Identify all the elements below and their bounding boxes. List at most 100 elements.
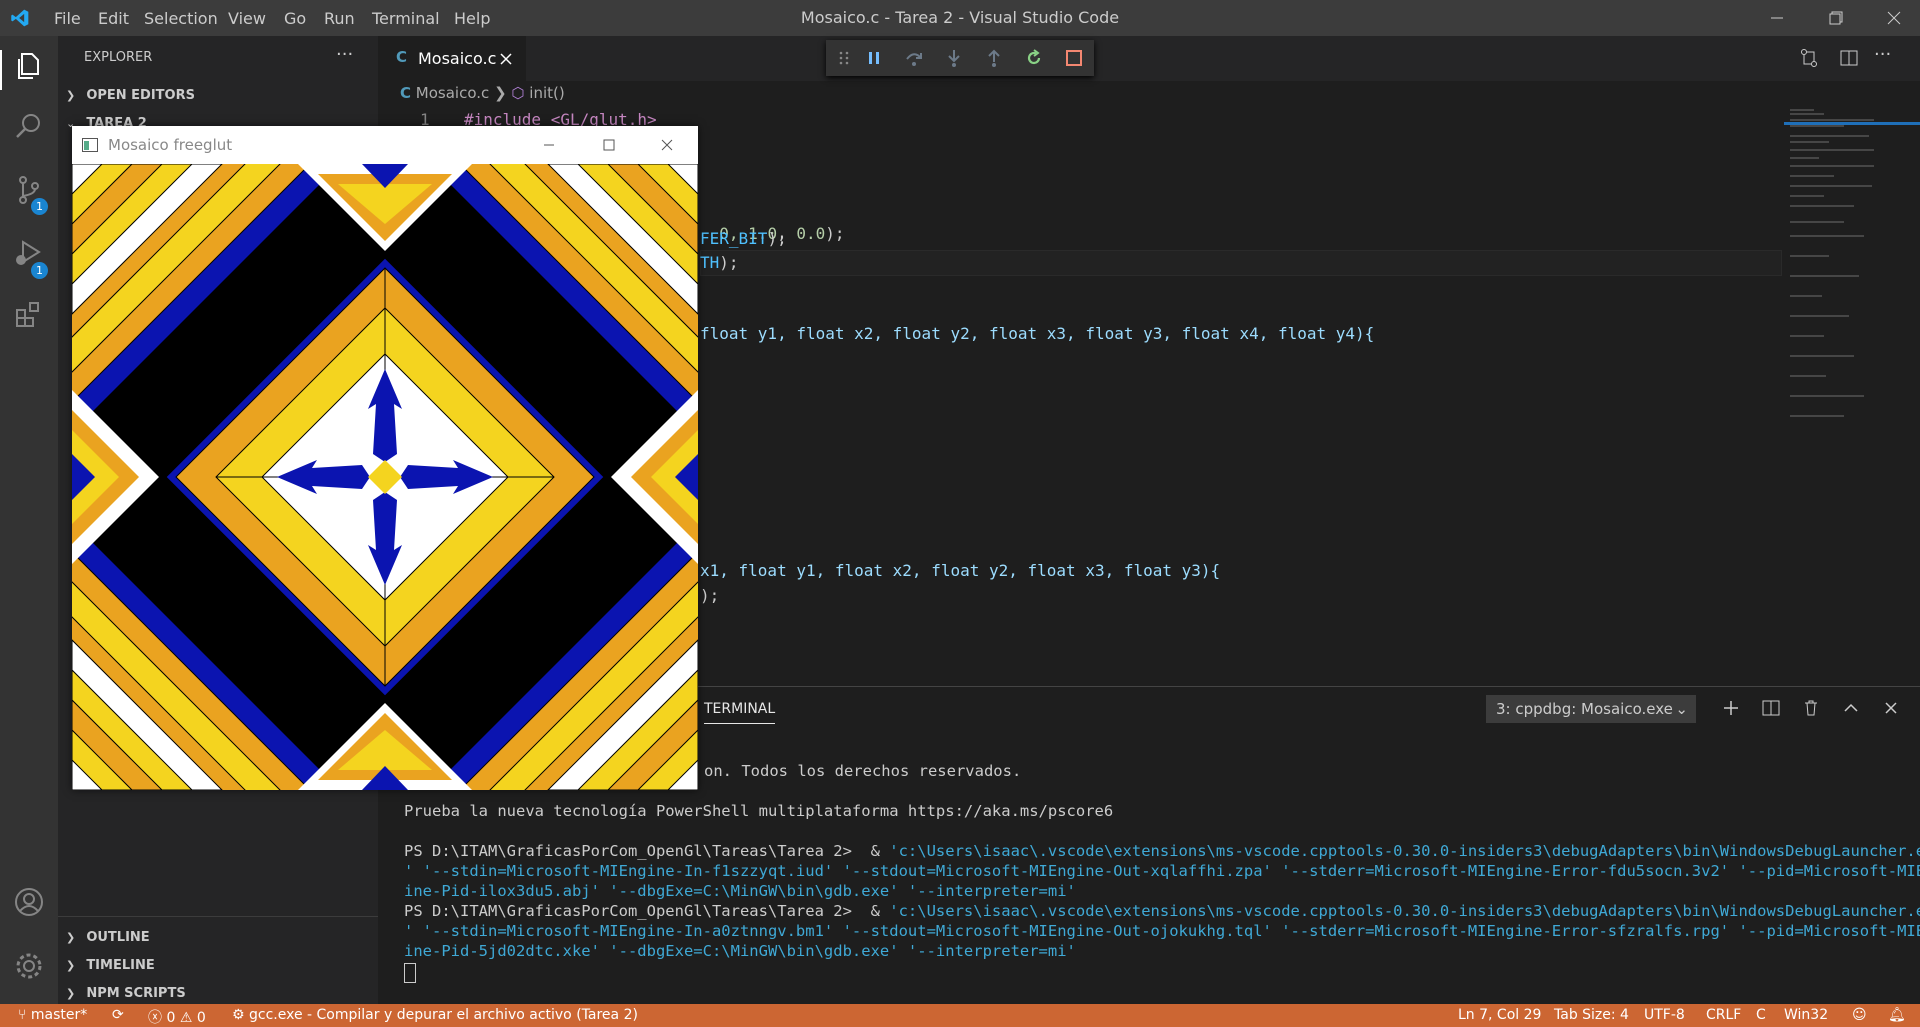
more-actions-icon[interactable]: ··· — [336, 44, 353, 65]
step-out-icon[interactable] — [984, 48, 1004, 68]
terminal-command: 'c:\Users\isaac\.vscode\extensions\ms-vs… — [889, 842, 1920, 860]
app-window-icon — [82, 138, 98, 152]
c-file-icon: C — [396, 48, 408, 66]
section-label: TIMELINE — [86, 958, 155, 973]
section-npm-scripts[interactable]: ❯ NPM SCRIPTS — [66, 982, 186, 1001]
current-line-highlight — [700, 250, 1782, 276]
terminal-prompt: PS D:\ITAM\GraficasPorCom_OpenGl\Tareas\… — [404, 842, 890, 860]
vscode-logo-icon — [11, 9, 29, 27]
search-icon[interactable] — [13, 110, 45, 142]
terminal-cursor[interactable] — [404, 963, 416, 983]
terminal-line: on. Todos los derechos reservados. — [704, 762, 1022, 780]
notifications-icon[interactable]: 🔔︎ — [1888, 1007, 1906, 1023]
section-timeline[interactable]: ❯ TIMELINE — [66, 954, 155, 973]
feedback-icon[interactable]: ☺ — [1852, 1007, 1867, 1023]
glut-window[interactable]: Mosaico freeglut — [72, 126, 698, 790]
branch-name: master* — [30, 1007, 88, 1023]
editor-tabs-bar — [378, 36, 1920, 81]
step-over-icon[interactable] — [904, 48, 924, 68]
activity-bar: 1 1 — [0, 36, 58, 1004]
account-icon[interactable] — [13, 886, 45, 918]
task-label: gcc.exe - Compilar y depurar el archivo … — [249, 1007, 638, 1023]
sync-icon[interactable]: ⟳ — [112, 1007, 124, 1023]
terminal-line: ' '--stdin=Microsoft-MIEngine-In-f1szzyq… — [404, 862, 1920, 880]
open-changes-icon[interactable] — [1798, 47, 1820, 69]
stop-icon[interactable] — [1064, 48, 1084, 68]
close-icon[interactable] — [658, 136, 676, 154]
tab-size[interactable]: Tab Size: 4 — [1554, 1007, 1629, 1023]
maximize-panel-icon[interactable] — [1840, 697, 1862, 719]
explorer-icon[interactable] — [13, 50, 45, 82]
restore-icon[interactable] — [1824, 6, 1848, 30]
code-line-7[interactable]: TH); — [700, 253, 739, 272]
drag-handle-icon[interactable] — [834, 48, 854, 68]
menu-run[interactable]: Run — [324, 9, 355, 28]
platform[interactable]: Win32 — [1784, 1007, 1828, 1023]
terminal-command: 'c:\Users\isaac\.vscode\extensions\ms-vs… — [889, 902, 1920, 920]
breadcrumb-symbol[interactable]: init() — [529, 84, 564, 102]
minimize-icon[interactable] — [540, 136, 558, 154]
split-terminal-icon[interactable] — [1760, 697, 1782, 719]
breadcrumb: C Mosaico.c ❯ ⬡ init() — [400, 84, 565, 102]
minimap[interactable] — [1784, 106, 1920, 506]
divider — [58, 916, 378, 917]
tab-mosaico[interactable]: C Mosaico.c — [378, 36, 526, 81]
settings-gear-icon[interactable] — [13, 950, 45, 982]
terminal-line: PS D:\ITAM\GraficasPorCom_OpenGl\Tareas\… — [404, 901, 1920, 921]
glut-title-bar[interactable]: Mosaico freeglut — [72, 126, 698, 164]
active-indicator — [0, 50, 2, 90]
chevron-right-icon: ❯ — [66, 959, 76, 972]
menu-terminal[interactable]: Terminal — [372, 9, 440, 28]
encoding[interactable]: UTF-8 — [1644, 1007, 1685, 1023]
section-label: OPEN EDITORS — [86, 88, 195, 103]
tab-close-icon[interactable] — [498, 51, 514, 67]
close-panel-icon[interactable] — [1880, 697, 1902, 719]
code-token: FER_BIT — [700, 229, 768, 248]
restart-icon[interactable] — [1024, 48, 1044, 68]
menu-go[interactable]: Go — [284, 9, 306, 28]
tab-terminal[interactable]: TERMINAL — [704, 701, 776, 724]
terminal-line: ine-Pid-ilox3du5.abj' '--dbgExe=C:\MinGW… — [404, 882, 1076, 900]
problems-status[interactable]: ⓧ 0 ⚠ 0 — [148, 1007, 206, 1027]
code-line-20[interactable]: x1, float y1, float x2, float y2, float … — [700, 561, 1220, 580]
eol[interactable]: CRLF — [1706, 1007, 1741, 1023]
cursor-position[interactable]: Ln 7, Col 29 — [1458, 1007, 1541, 1023]
split-editor-icon[interactable] — [1838, 47, 1860, 69]
branch-status[interactable]: ⑂ master* — [18, 1007, 87, 1023]
section-open-editors[interactable]: ❯ OPEN EDITORS — [66, 84, 195, 103]
step-into-icon[interactable] — [944, 48, 964, 68]
code-token: ); — [825, 224, 845, 243]
menu-view[interactable]: View — [228, 9, 266, 28]
pause-icon[interactable] — [864, 48, 884, 68]
warning-count: 0 — [196, 1010, 206, 1026]
code-line-10[interactable]: float y1, float x2, float y2, float x3, … — [700, 324, 1374, 343]
menu-help[interactable]: Help — [454, 9, 490, 28]
language-mode[interactable]: C — [1756, 1007, 1766, 1023]
extensions-icon[interactable] — [13, 298, 45, 330]
new-terminal-icon[interactable] — [1720, 697, 1742, 719]
editor-more-actions-icon[interactable]: ··· — [1874, 44, 1891, 65]
code-token: 0.0 — [796, 224, 826, 243]
menu-file[interactable]: File — [54, 9, 81, 28]
title-bar: File Edit Selection View Go Run Terminal… — [0, 0, 1920, 36]
debug-toolbar — [826, 40, 1094, 76]
minimize-icon[interactable] — [1765, 6, 1789, 30]
breadcrumb-file[interactable]: Mosaico.c — [416, 84, 489, 102]
terminal-prompt: PS D:\ITAM\GraficasPorCom_OpenGl\Tareas\… — [404, 902, 890, 920]
close-icon[interactable] — [1882, 6, 1906, 30]
chevron-right-icon: ❯ — [66, 89, 76, 102]
section-outline[interactable]: ❯ OUTLINE — [66, 926, 150, 945]
menu-edit[interactable]: Edit — [98, 9, 129, 28]
kill-terminal-icon[interactable] — [1800, 697, 1822, 719]
task-status[interactable]: ⚙ gcc.exe - Compilar y depurar el archiv… — [232, 1007, 638, 1023]
menu-selection[interactable]: Selection — [144, 9, 218, 28]
scm-badge: 1 — [31, 198, 48, 215]
debug-badge: 1 — [31, 262, 48, 279]
maximize-icon[interactable] — [600, 136, 618, 154]
code-line-21[interactable]: ); — [700, 586, 719, 605]
mosaic-canvas — [72, 164, 698, 790]
code-line-6[interactable]: FER_BIT); — [700, 229, 787, 248]
chevron-right-icon: ❯ — [66, 931, 76, 944]
terminal-select[interactable]: 3: cppdbg: Mosaico.exe ⌄ — [1486, 695, 1696, 723]
chevron-down-icon: ⌄ — [1675, 700, 1688, 718]
